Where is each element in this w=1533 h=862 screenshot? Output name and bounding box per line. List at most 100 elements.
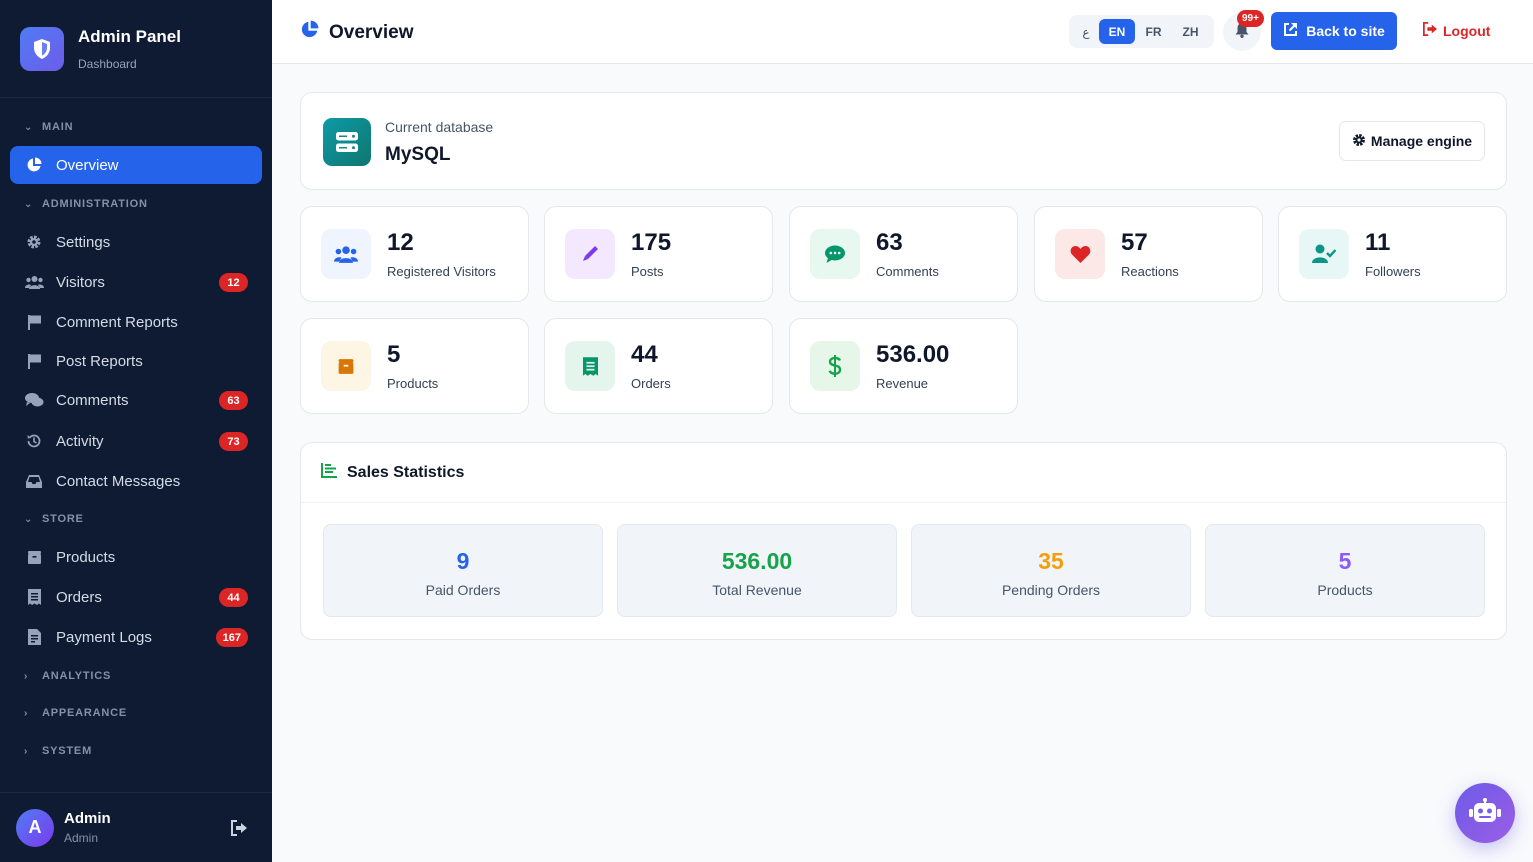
- chart-pie-icon: [24, 156, 44, 174]
- shield-icon: [20, 26, 64, 71]
- topbar: Overview ع EN FR ZH 99+ Back to site Log…: [272, 0, 1533, 64]
- inbox-icon: [24, 472, 44, 490]
- group-appearance[interactable]: › APPEARANCE: [0, 703, 127, 723]
- sidebar-item-post-reports[interactable]: Post Reports: [10, 342, 262, 380]
- stat-value: 175: [631, 229, 672, 256]
- chevron-down-icon: ⌄: [24, 121, 34, 133]
- database-value: MySQL: [385, 144, 451, 165]
- user-name: Admin: [64, 810, 111, 827]
- stat-label: Revenue: [876, 376, 929, 391]
- count-badge: 44: [219, 588, 248, 607]
- flag-icon: [24, 313, 44, 331]
- group-main[interactable]: ⌄ MAIN: [0, 117, 73, 137]
- file-invoice-icon: [24, 628, 44, 646]
- sidebar-item-activity[interactable]: Activity 73: [10, 422, 262, 460]
- sidebar-item-comment-reports[interactable]: Comment Reports: [10, 303, 262, 341]
- pen-icon: [565, 229, 615, 279]
- sale-stat-paid-orders: 9 Paid Orders: [323, 524, 603, 617]
- receipt-icon: [565, 341, 615, 391]
- stat-label: Orders: [631, 376, 671, 391]
- sales-statistics-header: Sales Statistics: [301, 443, 1506, 503]
- lang-fr-button[interactable]: FR: [1135, 19, 1172, 44]
- user-profile: A Admin Admin: [0, 792, 272, 862]
- sidebar-item-label: Contact Messages: [56, 472, 181, 490]
- gear-icon: [24, 233, 44, 251]
- sale-stat-label: Total Revenue: [712, 582, 802, 598]
- chevron-down-icon: ⌄: [24, 198, 34, 210]
- database-label: Current database: [385, 119, 494, 135]
- stat-label: Comments: [876, 264, 939, 279]
- stat-card-visitors: 12 Registered Visitors: [300, 206, 529, 302]
- chart-bar-icon: [321, 462, 347, 483]
- sale-stat-label: Pending Orders: [1001, 582, 1101, 598]
- sidebar-item-visitors[interactable]: Visitors 12: [10, 263, 262, 301]
- page-title: Overview: [300, 20, 414, 45]
- sidebar-item-label: Settings: [56, 233, 111, 251]
- stat-card-orders: 44 Orders: [544, 318, 773, 414]
- sidebar-item-label: Activity: [56, 432, 104, 450]
- sales-statistics-card: Sales Statistics 9 Paid Orders 536.00 To…: [300, 442, 1507, 640]
- sale-stat-value: 35: [1038, 548, 1064, 574]
- avatar[interactable]: A: [16, 808, 54, 847]
- sidebar-item-comments[interactable]: Comments 63: [10, 381, 262, 419]
- sidebar-item-orders[interactable]: Orders 44: [10, 578, 262, 616]
- stat-card-revenue: 536.00 Revenue: [789, 318, 1018, 414]
- group-store[interactable]: ⌄ STORE: [0, 509, 84, 529]
- sidebar-item-label: Payment Logs: [56, 628, 152, 646]
- stat-card-followers: 11 Followers: [1278, 206, 1507, 302]
- dollar-icon: [810, 341, 860, 391]
- stat-value: 44: [631, 341, 658, 368]
- user-check-icon: [1299, 229, 1349, 279]
- sign-out-icon[interactable]: [230, 820, 248, 841]
- language-switcher: ع EN FR ZH: [1069, 15, 1214, 48]
- sidebar-item-label: Post Reports: [56, 352, 143, 370]
- sale-stat-total-revenue: 536.00 Total Revenue: [617, 524, 897, 617]
- sidebar-item-payment-logs[interactable]: Payment Logs 167: [10, 618, 262, 656]
- sidebar-item-label: Visitors: [56, 273, 105, 291]
- stat-card-comments: 63 Comments: [789, 206, 1018, 302]
- sidebar-item-products[interactable]: Products: [10, 538, 262, 576]
- user-role: Admin: [64, 831, 99, 845]
- lang-ar-button[interactable]: ع: [1073, 19, 1099, 44]
- group-analytics[interactable]: › ANALYTICS: [0, 666, 111, 686]
- stat-label: Registered Visitors: [387, 264, 496, 279]
- chart-pie-icon: [300, 20, 329, 45]
- sidebar-item-overview[interactable]: Overview: [10, 146, 262, 184]
- group-system[interactable]: › SYSTEM: [0, 741, 92, 761]
- comment-icon: [810, 229, 860, 279]
- lang-zh-button[interactable]: ZH: [1172, 19, 1209, 44]
- sidebar-item-label: Products: [56, 548, 116, 566]
- back-to-site-button[interactable]: Back to site: [1271, 12, 1397, 50]
- sidebar: Admin Panel Dashboard ⌄ MAIN Overview ⌄ AD…: [0, 0, 272, 862]
- sidebar-item-settings[interactable]: Settings: [10, 223, 262, 261]
- assistant-chat-button[interactable]: [1455, 783, 1515, 843]
- sign-out-icon: [1422, 22, 1443, 39]
- count-badge: 167: [215, 628, 248, 647]
- group-administration[interactable]: ⌄ ADMINISTRATION: [0, 194, 148, 214]
- sale-stat-value: 536.00: [721, 548, 793, 574]
- brand-title: Admin Panel: [78, 26, 181, 46]
- sale-stat-value: 9: [456, 548, 470, 574]
- stat-card-products: 5 Products: [300, 318, 529, 414]
- box-icon: [24, 548, 44, 566]
- count-badge: 73: [219, 432, 248, 451]
- stat-value: 5: [387, 341, 401, 368]
- box-icon: [321, 341, 371, 391]
- history-icon: [24, 432, 44, 450]
- stat-value: 63: [876, 229, 903, 256]
- sale-stat-pending-orders: 35 Pending Orders: [911, 524, 1191, 617]
- lang-en-button[interactable]: EN: [1099, 19, 1135, 44]
- sale-stat-label: Products: [1317, 582, 1373, 598]
- stat-card-posts: 175 Posts: [544, 206, 773, 302]
- stat-label: Followers: [1365, 264, 1421, 279]
- sales-statistics-title: Sales Statistics: [347, 463, 465, 481]
- notification-count-badge: 99+: [1237, 10, 1264, 27]
- external-link-icon: [1283, 22, 1306, 40]
- users-icon: [321, 229, 371, 279]
- sidebar-item-contact-messages[interactable]: Contact Messages: [10, 462, 262, 500]
- manage-engine-button[interactable]: Manage engine: [1339, 121, 1485, 161]
- brand-subtitle: Dashboard: [78, 56, 137, 71]
- logout-button[interactable]: Logout: [1422, 22, 1490, 39]
- stat-card-reactions: 57 Reactions: [1034, 206, 1263, 302]
- receipt-icon: [24, 588, 44, 606]
